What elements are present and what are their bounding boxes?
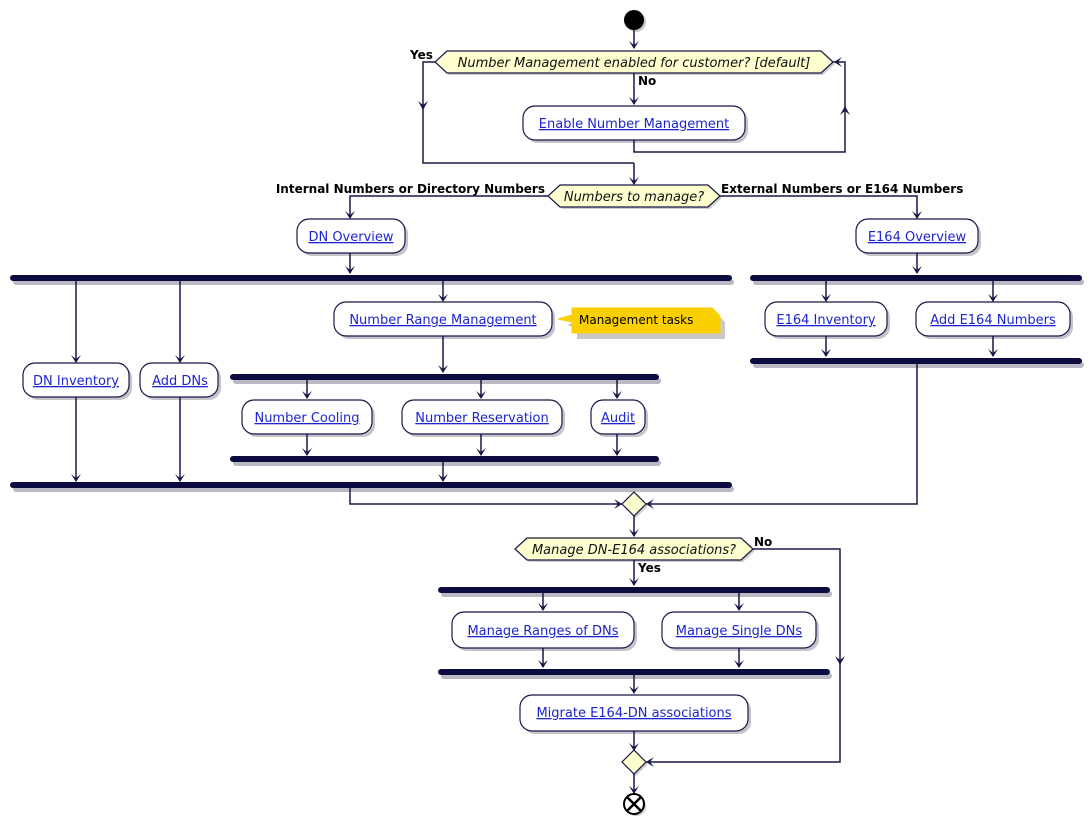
- guard-no-label: No: [754, 535, 772, 549]
- activity-diagram: Number Management enabled for customer? …: [10, 10, 1084, 816]
- note-text: Management tasks: [579, 313, 693, 327]
- e164-inventory-link[interactable]: E164 Inventory: [776, 313, 876, 328]
- enable-number-management-link[interactable]: Enable Number Management: [539, 117, 729, 132]
- merge-diamond-final: [621, 749, 648, 776]
- manage-ranges-of-dns-link[interactable]: Manage Ranges of DNs: [467, 624, 618, 639]
- action-dn-inventory[interactable]: DN Inventory: [22, 362, 132, 400]
- decision-question: Numbers to manage?: [564, 190, 704, 205]
- join-bar-range-management: [230, 456, 659, 462]
- number-range-management-link[interactable]: Number Range Management: [349, 313, 536, 328]
- merge-diamond: [621, 491, 648, 518]
- action-number-cooling[interactable]: Number Cooling: [241, 399, 375, 437]
- action-audit[interactable]: Audit: [590, 399, 648, 437]
- join-bar-e164: [750, 358, 1082, 364]
- end-node: [623, 793, 646, 816]
- e164-overview-link[interactable]: E164 Overview: [868, 230, 967, 245]
- decision-question: Number Management enabled for customer? …: [458, 56, 811, 71]
- add-e164-numbers-link[interactable]: Add E164 Numbers: [930, 313, 1056, 328]
- edge-to-dn-overview: [349, 195, 548, 218]
- manage-single-dns-link[interactable]: Manage Single DNs: [676, 624, 803, 639]
- action-e164-overview[interactable]: E164 Overview: [855, 218, 981, 256]
- guard-yes-label: Yes: [409, 48, 433, 62]
- add-dns-link[interactable]: Add DNs: [152, 374, 208, 389]
- start-icon: [624, 10, 644, 30]
- action-dn-overview[interactable]: DN Overview: [296, 218, 408, 256]
- decision-numbers-to-manage: Numbers to manage?: [547, 184, 722, 209]
- guard-left-label: Internal Numbers or Directory Numbers: [276, 182, 545, 196]
- audit-link[interactable]: Audit: [601, 411, 635, 426]
- join-bar-dn: [10, 482, 732, 488]
- join-bar-associations: [438, 669, 830, 675]
- dn-overview-link[interactable]: DN Overview: [308, 230, 393, 245]
- decision-question: Manage DN-E164 associations?: [532, 543, 736, 558]
- fork-bar-e164: [750, 275, 1082, 281]
- number-cooling-link[interactable]: Number Cooling: [254, 411, 359, 426]
- end-icon: [623, 793, 645, 815]
- fork-bar-dn: [10, 275, 732, 281]
- action-migrate-associations[interactable]: Migrate E164-DN associations: [519, 694, 751, 734]
- decision-associations: Manage DN-E164 associations?: [514, 537, 755, 562]
- fork-bar-range-management: [230, 374, 659, 380]
- action-manage-ranges-of-dns[interactable]: Manage Ranges of DNs: [451, 611, 637, 651]
- guard-right-label: External Numbers or E164 Numbers: [721, 182, 963, 196]
- action-manage-single-dns[interactable]: Manage Single DNs: [661, 611, 819, 651]
- action-add-e164-numbers[interactable]: Add E164 Numbers: [915, 301, 1073, 339]
- number-reservation-link[interactable]: Number Reservation: [415, 411, 548, 426]
- action-e164-inventory[interactable]: E164 Inventory: [764, 301, 890, 339]
- action-add-dns[interactable]: Add DNs: [139, 362, 221, 400]
- edge-to-e164-overview: [720, 195, 918, 218]
- action-number-range-management[interactable]: Number Range Management: [333, 301, 555, 339]
- fork-bar-associations: [438, 587, 830, 593]
- guard-no-label: No: [638, 74, 656, 88]
- note-management-tasks: Management tasks: [557, 307, 725, 339]
- action-enable-number-management[interactable]: Enable Number Management: [522, 105, 748, 143]
- guard-yes-label: Yes: [637, 561, 661, 575]
- start-node: [624, 10, 646, 32]
- action-number-reservation[interactable]: Number Reservation: [401, 399, 565, 437]
- decision-number-management: Number Management enabled for customer? …: [434, 50, 835, 75]
- dn-inventory-link[interactable]: DN Inventory: [33, 374, 119, 389]
- migrate-associations-link[interactable]: Migrate E164-DN associations: [536, 706, 731, 721]
